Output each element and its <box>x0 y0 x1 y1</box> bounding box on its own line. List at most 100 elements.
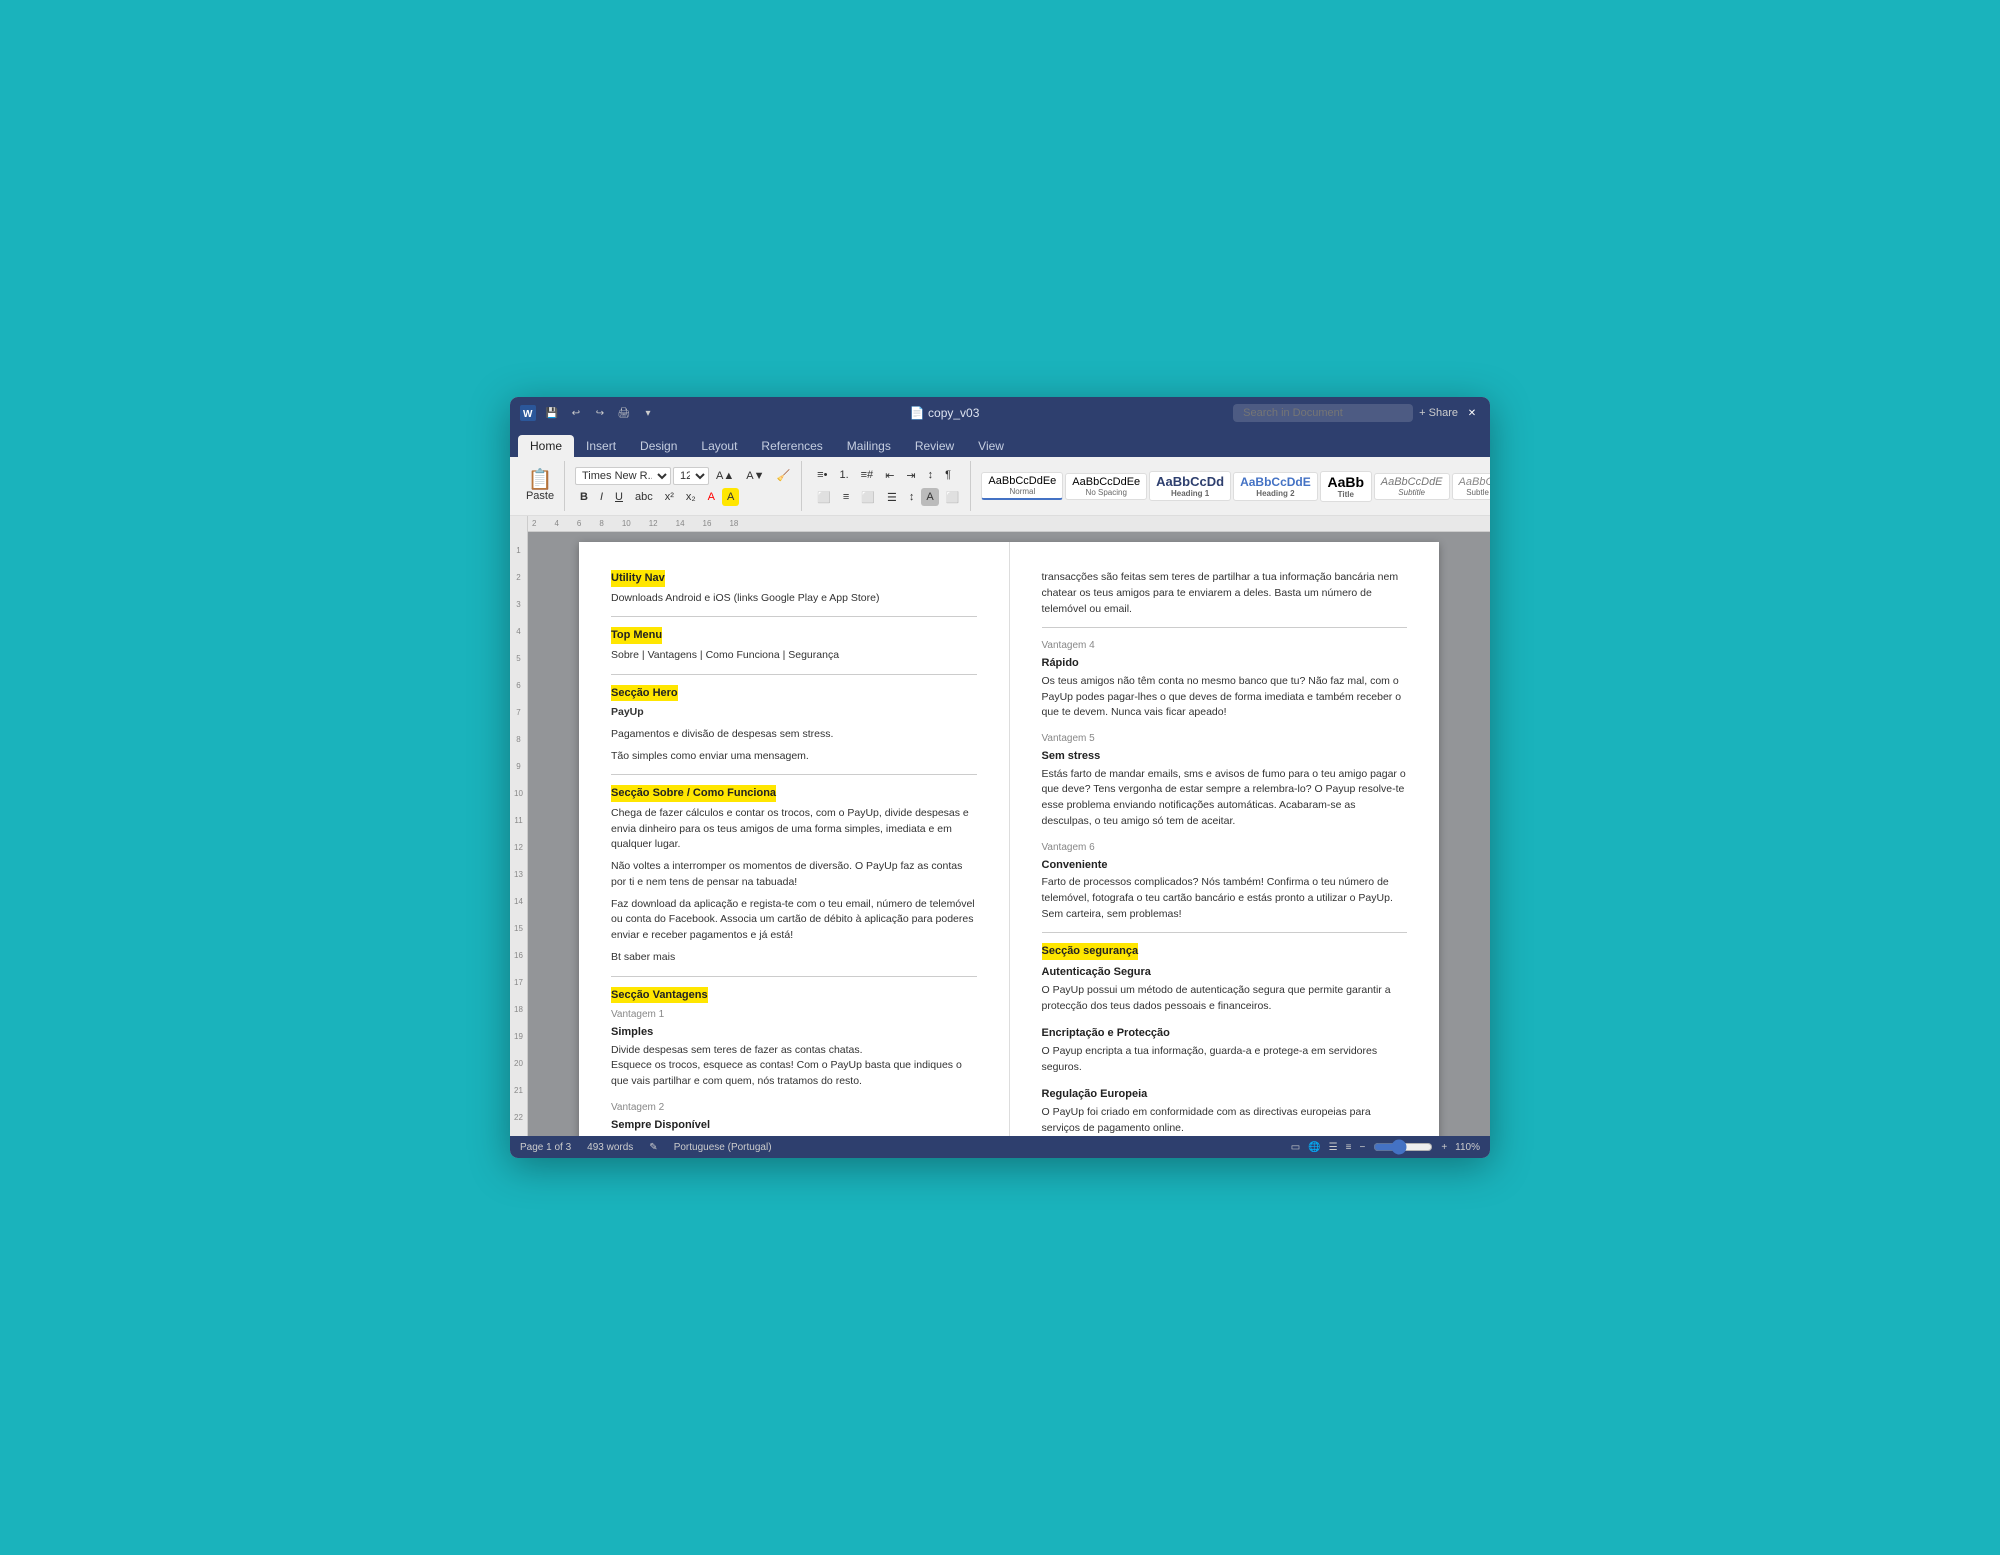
underline-button[interactable]: U <box>610 488 628 506</box>
line-spacing-button[interactable]: ↕ <box>904 488 920 506</box>
close-icon[interactable]: ✕ <box>1464 405 1480 421</box>
align-left-button[interactable]: ⬜ <box>812 488 836 507</box>
divider-3 <box>611 774 977 775</box>
zoom-in-icon[interactable]: + <box>1441 1142 1447 1153</box>
vantagens-section: Secção Vantagens Vantagem 1 Simples Divi… <box>611 987 977 1137</box>
auth-segura-body: O PayUp possui um método de autenticação… <box>1042 983 1408 1015</box>
sobre-bt: Bt saber mais <box>611 950 977 966</box>
hero-label: Secção Hero <box>611 685 678 702</box>
font-size-select[interactable]: 12 <box>673 467 709 485</box>
vantagem-1-title: Simples <box>611 1024 977 1041</box>
status-right: ▭ 🌐 ☰ ≡ − + 110% <box>1291 1139 1480 1155</box>
style-heading1-preview: AaBbCcDd <box>1156 474 1224 489</box>
vantagem-2-num: Vantagem 2 <box>611 1100 977 1115</box>
sort-button[interactable]: ↕ <box>923 466 939 484</box>
page-column-right[interactable]: transacções são feitas sem teres de part… <box>1010 542 1440 1136</box>
style-heading2[interactable]: AaBbCcDdE Heading 2 <box>1233 472 1318 501</box>
zoom-slider[interactable] <box>1373 1139 1433 1155</box>
divider-2 <box>611 674 977 675</box>
top-menu-content: Sobre | Vantagens | Como Funciona | Segu… <box>611 648 977 664</box>
divider-1 <box>611 616 977 617</box>
styles-section: AaBbCcDdEe Normal AaBbCcDdEe No Spacing … <box>975 461 1490 511</box>
tab-view[interactable]: View <box>966 435 1016 457</box>
vantagem-3-cont: transacções são feitas sem teres de part… <box>1042 570 1408 617</box>
paragraph-section: ≡• 1. ≡# ⇤ ⇥ ↕ ¶ ⬜ ≡ ⬜ ☰ ↕ A ⬜ <box>806 461 971 511</box>
borders-button[interactable]: ⬜ <box>941 488 965 507</box>
highlight-button[interactable]: A <box>722 488 739 506</box>
document-icon: 📄 <box>910 406 928 420</box>
font-name-select[interactable]: Times New R... <box>575 467 671 485</box>
page-column-left[interactable]: Utility Nav Downloads Android e iOS (lin… <box>579 542 1010 1136</box>
tab-insert[interactable]: Insert <box>574 435 628 457</box>
divider-4 <box>611 976 977 977</box>
undo-icon[interactable]: ↩ <box>568 405 584 421</box>
show-formatting-button[interactable]: ¶ <box>940 466 956 484</box>
divider-r2 <box>1042 932 1408 933</box>
clear-format-button[interactable]: 🧹 <box>771 466 795 485</box>
decrease-indent-button[interactable]: ⇤ <box>880 466 899 485</box>
paste-button[interactable]: 📋 Paste <box>522 463 558 509</box>
title-bar-left: W 💾 ↩ ↪ 🖨 ▾ <box>520 405 656 421</box>
search-in-document-input[interactable] <box>1233 404 1413 422</box>
decrease-font-button[interactable]: A▼ <box>741 467 769 485</box>
tab-layout[interactable]: Layout <box>689 435 749 457</box>
tab-review[interactable]: Review <box>903 435 966 457</box>
vantagem-5-title: Sem stress <box>1042 748 1408 765</box>
style-subtle-emph[interactable]: AaBbCcDdEe Subtle Emph... <box>1452 473 1490 500</box>
subscript-button[interactable]: x₂ <box>681 488 701 506</box>
print-icon[interactable]: 🖨 <box>616 405 632 421</box>
save-icon[interactable]: 💾 <box>544 405 560 421</box>
dropdown-arrow-icon[interactable]: ▾ <box>640 405 656 421</box>
justify-button[interactable]: ☰ <box>882 488 902 507</box>
style-subtle-emph-label: Subtle Emph... <box>1459 488 1490 497</box>
vantagem-2-body: Sabe o que te devem e o que deves. Trans… <box>611 1135 977 1136</box>
increase-font-button[interactable]: A▲ <box>711 467 739 485</box>
vantagem-4-num: Vantagem 4 <box>1042 638 1408 653</box>
redo-icon[interactable]: ↪ <box>592 405 608 421</box>
bullets-button[interactable]: ≡• <box>812 466 832 484</box>
tab-home[interactable]: Home <box>518 435 574 457</box>
document-area: 1 2 3 4 5 6 7 8 9 10 11 12 13 14 15 16 1… <box>510 516 1490 1136</box>
shading-button[interactable]: A <box>921 488 938 506</box>
multilevel-list-button[interactable]: ≡# <box>856 466 879 484</box>
title-text: copy_v03 <box>928 406 979 420</box>
tab-mailings[interactable]: Mailings <box>835 435 903 457</box>
seguranca-section: Secção segurança Autenticação Segura O P… <box>1042 943 1408 1136</box>
font-section: Times New R... 12 A▲ A▼ 🧹 B I U abc x² x… <box>569 461 802 511</box>
hero-payup: PayUp <box>611 705 977 721</box>
align-right-button[interactable]: ⬜ <box>856 488 880 507</box>
view-print-icon[interactable]: ▭ <box>1291 1142 1300 1153</box>
title-bar: W 💾 ↩ ↪ 🖨 ▾ 📄 copy_v03 + Share ✕ <box>510 397 1490 429</box>
style-heading1[interactable]: AaBbCcDd Heading 1 <box>1149 471 1231 501</box>
utility-nav-label: Utility Nav <box>611 570 665 587</box>
clipboard-section: 📋 Paste <box>516 461 565 511</box>
italic-button[interactable]: I <box>595 488 608 506</box>
hero-tagline2: Tão simples como enviar uma mensagem. <box>611 749 977 765</box>
tab-references[interactable]: References <box>749 435 834 457</box>
zoom-out-icon[interactable]: − <box>1359 1142 1365 1153</box>
view-draft-icon[interactable]: ≡ <box>1346 1142 1352 1153</box>
status-bar: Page 1 of 3 493 words ✎ Portuguese (Port… <box>510 1136 1490 1158</box>
font-color-button[interactable]: A <box>703 488 720 506</box>
style-normal-label: Normal <box>988 487 1056 496</box>
tab-design[interactable]: Design <box>628 435 689 457</box>
superscript-button[interactable]: x² <box>660 488 679 506</box>
style-title[interactable]: AaBb Title <box>1320 471 1372 502</box>
vantagem-1-body: Divide despesas sem teres de fazer as co… <box>611 1043 977 1090</box>
style-normal[interactable]: AaBbCcDdEe Normal <box>981 472 1063 500</box>
numbering-button[interactable]: 1. <box>834 466 853 484</box>
increase-indent-button[interactable]: ⇥ <box>901 466 920 485</box>
top-menu-section: Top Menu Sobre | Vantagens | Como Funcio… <box>611 627 977 663</box>
view-outline-icon[interactable]: ☰ <box>1329 1142 1338 1153</box>
strikethrough-button[interactable]: abc <box>630 488 658 506</box>
style-subtitle[interactable]: AaBbCcDdE Subtitle <box>1374 473 1450 500</box>
share-button[interactable]: + Share <box>1419 407 1458 419</box>
bold-button[interactable]: B <box>575 488 593 506</box>
align-center-button[interactable]: ≡ <box>838 488 854 506</box>
style-nospacing[interactable]: AaBbCcDdEe No Spacing <box>1065 473 1147 500</box>
view-web-icon[interactable]: 🌐 <box>1308 1142 1320 1153</box>
vantagem-1-num: Vantagem 1 <box>611 1007 977 1022</box>
doc-with-ruler: 2 4 6 8 10 12 14 16 18 Utility <box>528 516 1490 1136</box>
regulacao-title: Regulação Europeia <box>1042 1086 1408 1103</box>
style-heading2-label: Heading 2 <box>1240 489 1311 498</box>
